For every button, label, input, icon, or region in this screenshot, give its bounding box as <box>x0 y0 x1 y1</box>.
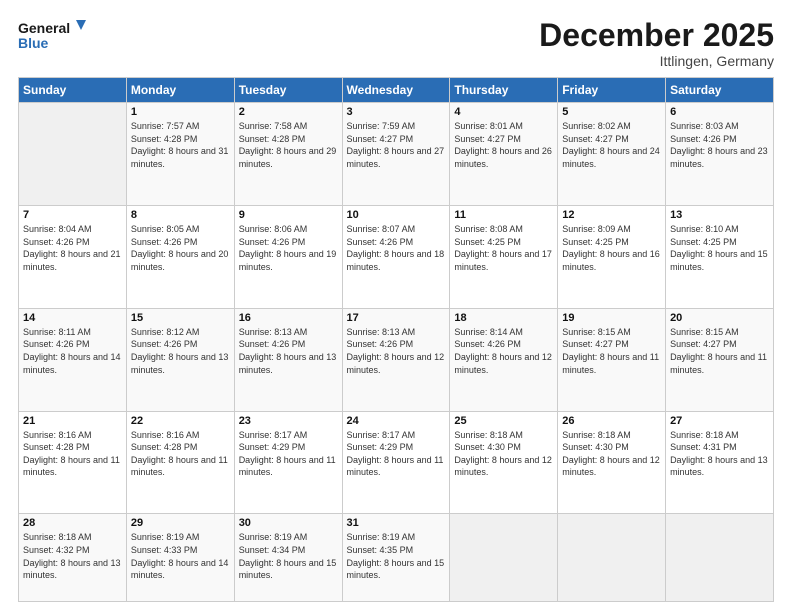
table-row: 9Sunrise: 8:06 AMSunset: 4:26 PMDaylight… <box>234 205 342 308</box>
table-row: 22Sunrise: 8:16 AMSunset: 4:28 PMDayligh… <box>126 411 234 514</box>
table-row: 19Sunrise: 8:15 AMSunset: 4:27 PMDayligh… <box>558 308 666 411</box>
table-row: 14Sunrise: 8:11 AMSunset: 4:26 PMDayligh… <box>19 308 127 411</box>
table-row <box>666 514 774 602</box>
table-row: 18Sunrise: 8:14 AMSunset: 4:26 PMDayligh… <box>450 308 558 411</box>
table-row: 23Sunrise: 8:17 AMSunset: 4:29 PMDayligh… <box>234 411 342 514</box>
table-row <box>19 103 127 206</box>
table-row: 1Sunrise: 7:57 AMSunset: 4:28 PMDaylight… <box>126 103 234 206</box>
table-row: 5Sunrise: 8:02 AMSunset: 4:27 PMDaylight… <box>558 103 666 206</box>
table-row <box>450 514 558 602</box>
table-row: 2Sunrise: 7:58 AMSunset: 4:28 PMDaylight… <box>234 103 342 206</box>
table-row: 10Sunrise: 8:07 AMSunset: 4:26 PMDayligh… <box>342 205 450 308</box>
table-row: 11Sunrise: 8:08 AMSunset: 4:25 PMDayligh… <box>450 205 558 308</box>
col-tuesday: Tuesday <box>234 78 342 103</box>
svg-text:General: General <box>18 20 70 36</box>
header: General Blue December 2025 Ittlingen, Ge… <box>18 18 774 69</box>
month-title: December 2025 <box>539 18 774 53</box>
table-row: 3Sunrise: 7:59 AMSunset: 4:27 PMDaylight… <box>342 103 450 206</box>
table-row: 17Sunrise: 8:13 AMSunset: 4:26 PMDayligh… <box>342 308 450 411</box>
col-monday: Monday <box>126 78 234 103</box>
logo-svg: General Blue <box>18 18 88 54</box>
table-row: 15Sunrise: 8:12 AMSunset: 4:26 PMDayligh… <box>126 308 234 411</box>
calendar: Sunday Monday Tuesday Wednesday Thursday… <box>18 77 774 602</box>
table-row: 29Sunrise: 8:19 AMSunset: 4:33 PMDayligh… <box>126 514 234 602</box>
logo: General Blue <box>18 18 88 54</box>
table-row: 12Sunrise: 8:09 AMSunset: 4:25 PMDayligh… <box>558 205 666 308</box>
col-friday: Friday <box>558 78 666 103</box>
table-row: 20Sunrise: 8:15 AMSunset: 4:27 PMDayligh… <box>666 308 774 411</box>
table-row: 6Sunrise: 8:03 AMSunset: 4:26 PMDaylight… <box>666 103 774 206</box>
table-row: 4Sunrise: 8:01 AMSunset: 4:27 PMDaylight… <box>450 103 558 206</box>
table-row: 24Sunrise: 8:17 AMSunset: 4:29 PMDayligh… <box>342 411 450 514</box>
table-row: 16Sunrise: 8:13 AMSunset: 4:26 PMDayligh… <box>234 308 342 411</box>
location: Ittlingen, Germany <box>539 53 774 69</box>
col-saturday: Saturday <box>666 78 774 103</box>
page: General Blue December 2025 Ittlingen, Ge… <box>0 0 792 612</box>
table-row <box>558 514 666 602</box>
col-sunday: Sunday <box>19 78 127 103</box>
table-row: 26Sunrise: 8:18 AMSunset: 4:30 PMDayligh… <box>558 411 666 514</box>
table-row: 28Sunrise: 8:18 AMSunset: 4:32 PMDayligh… <box>19 514 127 602</box>
header-row: Sunday Monday Tuesday Wednesday Thursday… <box>19 78 774 103</box>
table-row: 7Sunrise: 8:04 AMSunset: 4:26 PMDaylight… <box>19 205 127 308</box>
title-block: December 2025 Ittlingen, Germany <box>539 18 774 69</box>
table-row: 21Sunrise: 8:16 AMSunset: 4:28 PMDayligh… <box>19 411 127 514</box>
table-row: 30Sunrise: 8:19 AMSunset: 4:34 PMDayligh… <box>234 514 342 602</box>
table-row: 13Sunrise: 8:10 AMSunset: 4:25 PMDayligh… <box>666 205 774 308</box>
table-row: 8Sunrise: 8:05 AMSunset: 4:26 PMDaylight… <box>126 205 234 308</box>
table-row: 31Sunrise: 8:19 AMSunset: 4:35 PMDayligh… <box>342 514 450 602</box>
svg-text:Blue: Blue <box>18 35 49 51</box>
table-row: 27Sunrise: 8:18 AMSunset: 4:31 PMDayligh… <box>666 411 774 514</box>
col-wednesday: Wednesday <box>342 78 450 103</box>
col-thursday: Thursday <box>450 78 558 103</box>
table-row: 25Sunrise: 8:18 AMSunset: 4:30 PMDayligh… <box>450 411 558 514</box>
